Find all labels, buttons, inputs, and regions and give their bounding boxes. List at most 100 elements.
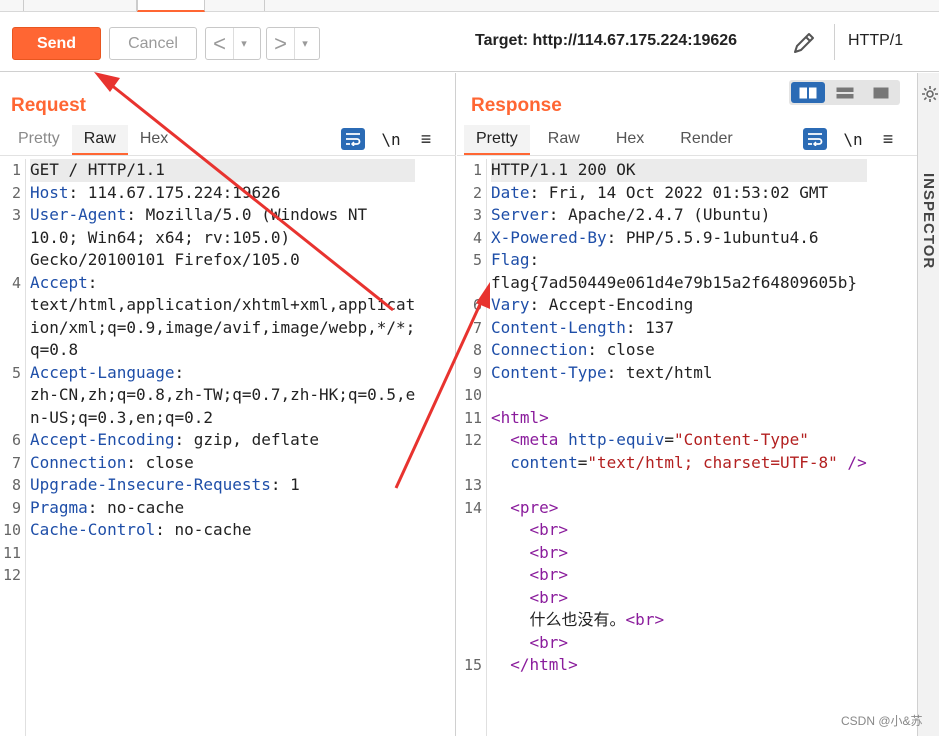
response-code[interactable]: HTTP/1.1 200 OK Date: Fri, 14 Oct 2022 0…	[491, 159, 867, 677]
single-layout-icon[interactable]	[864, 82, 898, 103]
header-value: : Apache/2.4.7 (Ubuntu)	[548, 205, 771, 224]
line-number	[461, 564, 486, 587]
header-value: text/html,application/xhtml+xml,applicat	[30, 295, 416, 314]
forward-button[interactable]: >	[267, 28, 295, 59]
line-number: 1	[11, 161, 21, 179]
line-number	[0, 317, 25, 340]
show-newlines-button[interactable]: \n	[381, 130, 401, 149]
line-number: 8	[472, 341, 482, 359]
header-value: zh-CN,zh;q=0.8,zh-TW;q=0.7,zh-HK;q=0.5,e	[30, 385, 416, 404]
tab-raw[interactable]: Raw	[71, 125, 128, 155]
chevron-down-icon[interactable]: ▾	[295, 28, 315, 59]
request-tools: \n ≡	[341, 127, 435, 151]
tab-pretty[interactable]: Pretty	[464, 125, 530, 155]
line-number	[461, 542, 486, 565]
gear-icon[interactable]	[921, 85, 939, 103]
header-key: Cache-Control	[30, 520, 156, 539]
header-key: Flag	[491, 250, 530, 269]
header-value: : no-cache	[155, 520, 252, 539]
header-key: Content-Length	[491, 317, 626, 337]
tab-render[interactable]: Render	[662, 125, 750, 155]
send-button[interactable]: Send	[12, 27, 101, 60]
tab-active[interactable]	[137, 0, 205, 12]
target-url: Target: http://114.67.175.224:19626	[475, 32, 738, 49]
wrap-lines-icon[interactable]	[803, 128, 827, 150]
header-key: Connection	[30, 452, 127, 472]
br-tag: <br>	[529, 520, 569, 539]
pre-line: <pre>	[491, 497, 867, 520]
show-newlines-button[interactable]: \n	[843, 130, 863, 149]
inspector-tab[interactable]: INSPECTOR	[920, 173, 937, 269]
line-number	[461, 272, 486, 295]
tab-stub[interactable]	[0, 0, 24, 11]
forward-history-group: > ▾	[266, 27, 320, 60]
meta-tag: <meta	[510, 430, 559, 449]
line-number: 2	[11, 183, 21, 202]
tab-hex[interactable]: Hex	[598, 125, 662, 155]
chevron-down-icon[interactable]: ▾	[234, 28, 254, 59]
pencil-icon[interactable]	[790, 29, 818, 57]
request-line: Accept-Encoding: gzip, deflate	[30, 429, 415, 452]
line-number	[461, 632, 486, 655]
side-by-side-layout-icon[interactable]	[791, 82, 825, 103]
request-code[interactable]: GET / HTTP/1.1 Host: 114.67.175.224:19626…	[30, 159, 416, 587]
pre-tag: <pre>	[510, 497, 559, 517]
tab-raw[interactable]: Raw	[530, 125, 598, 155]
request-line: Connection: close	[30, 452, 415, 475]
line-number	[461, 587, 486, 610]
flag-value: flag{7ad50449e061d4e79b15a2f64809605b}	[491, 272, 858, 292]
header-line: Vary: Accept-Encoding	[491, 294, 867, 317]
inspector-sidebar: INSPECTOR	[917, 73, 939, 736]
header-key: Connection	[491, 340, 588, 359]
stacked-layout-icon[interactable]	[828, 82, 862, 103]
header-key: Accept-Language	[30, 362, 175, 382]
line-number: 12	[2, 566, 21, 584]
header-value: : 1	[270, 475, 300, 494]
header-value: : no-cache	[87, 497, 185, 517]
request-line: ion/xml;q=0.9,image/avif,image/webp,*/*;	[30, 317, 415, 340]
br-tag: <br>	[529, 632, 569, 652]
br-line: <br>	[491, 519, 867, 542]
header-value: Gecko/20100101 Firefox/105.0	[30, 250, 300, 269]
header-line: Content-Type: text/html	[491, 362, 867, 385]
tab-hex[interactable]: Hex	[128, 125, 180, 155]
line-number	[461, 609, 486, 632]
tab-stub[interactable]	[205, 0, 265, 11]
http-version-selector[interactable]: HTTP/1	[848, 32, 903, 50]
header-value: : PHP/5.5.9-1ubuntu4.6	[606, 227, 819, 247]
meta-attr: content	[510, 452, 578, 472]
header-value: : Accept-Encoding	[529, 295, 694, 314]
br-line: <br>	[491, 542, 867, 565]
header-value: :	[174, 362, 185, 382]
line-number: 15	[463, 656, 482, 674]
tab-pretty[interactable]: Pretty	[6, 125, 72, 155]
line-number: 14	[463, 498, 482, 517]
menu-icon[interactable]: ≡	[879, 129, 897, 150]
line-number: 10	[463, 386, 482, 404]
header-value: : gzip, deflate	[174, 430, 320, 449]
line-number: 11	[2, 543, 21, 562]
line-number: 3	[11, 206, 21, 224]
meta-line-cont: content="text/html; charset=UTF-8" />	[510, 452, 867, 472]
line-number	[461, 452, 486, 475]
wrap-lines-icon[interactable]	[341, 128, 365, 150]
meta-close: />	[837, 452, 867, 472]
request-pane: Request Pretty Raw Hex \n ≡ 1 2 3 4 5 6 7 8 9 10 1…	[0, 73, 456, 736]
back-history-group: < ▾	[205, 27, 261, 60]
menu-icon[interactable]: ≡	[417, 129, 435, 150]
line-number	[461, 519, 486, 542]
header-key: Host	[30, 182, 69, 202]
tab-stub[interactable]	[24, 0, 137, 11]
header-key: Pragma	[30, 497, 88, 517]
cancel-button[interactable]: Cancel	[109, 27, 197, 60]
request-line: Host: 114.67.175.224:19626	[30, 182, 415, 205]
response-tools: \n ≡	[803, 127, 897, 151]
meta-value: "text/html; charset=UTF-8"	[587, 452, 838, 472]
line-number-gutter: 1 2 3 4 5 6 7 8 9 10 11 12 13 14 15	[461, 159, 487, 736]
header-line: Server: Apache/2.4.7 (Ubuntu)	[491, 204, 867, 227]
response-pane: Response Pretty Raw Hex Render \n ≡ 1234…	[457, 73, 917, 736]
br-tag: <br>	[529, 565, 569, 584]
back-button[interactable]: <	[206, 28, 234, 59]
br-line: <br>	[491, 564, 867, 587]
header-key: GET / HTTP/1.1	[30, 160, 165, 179]
